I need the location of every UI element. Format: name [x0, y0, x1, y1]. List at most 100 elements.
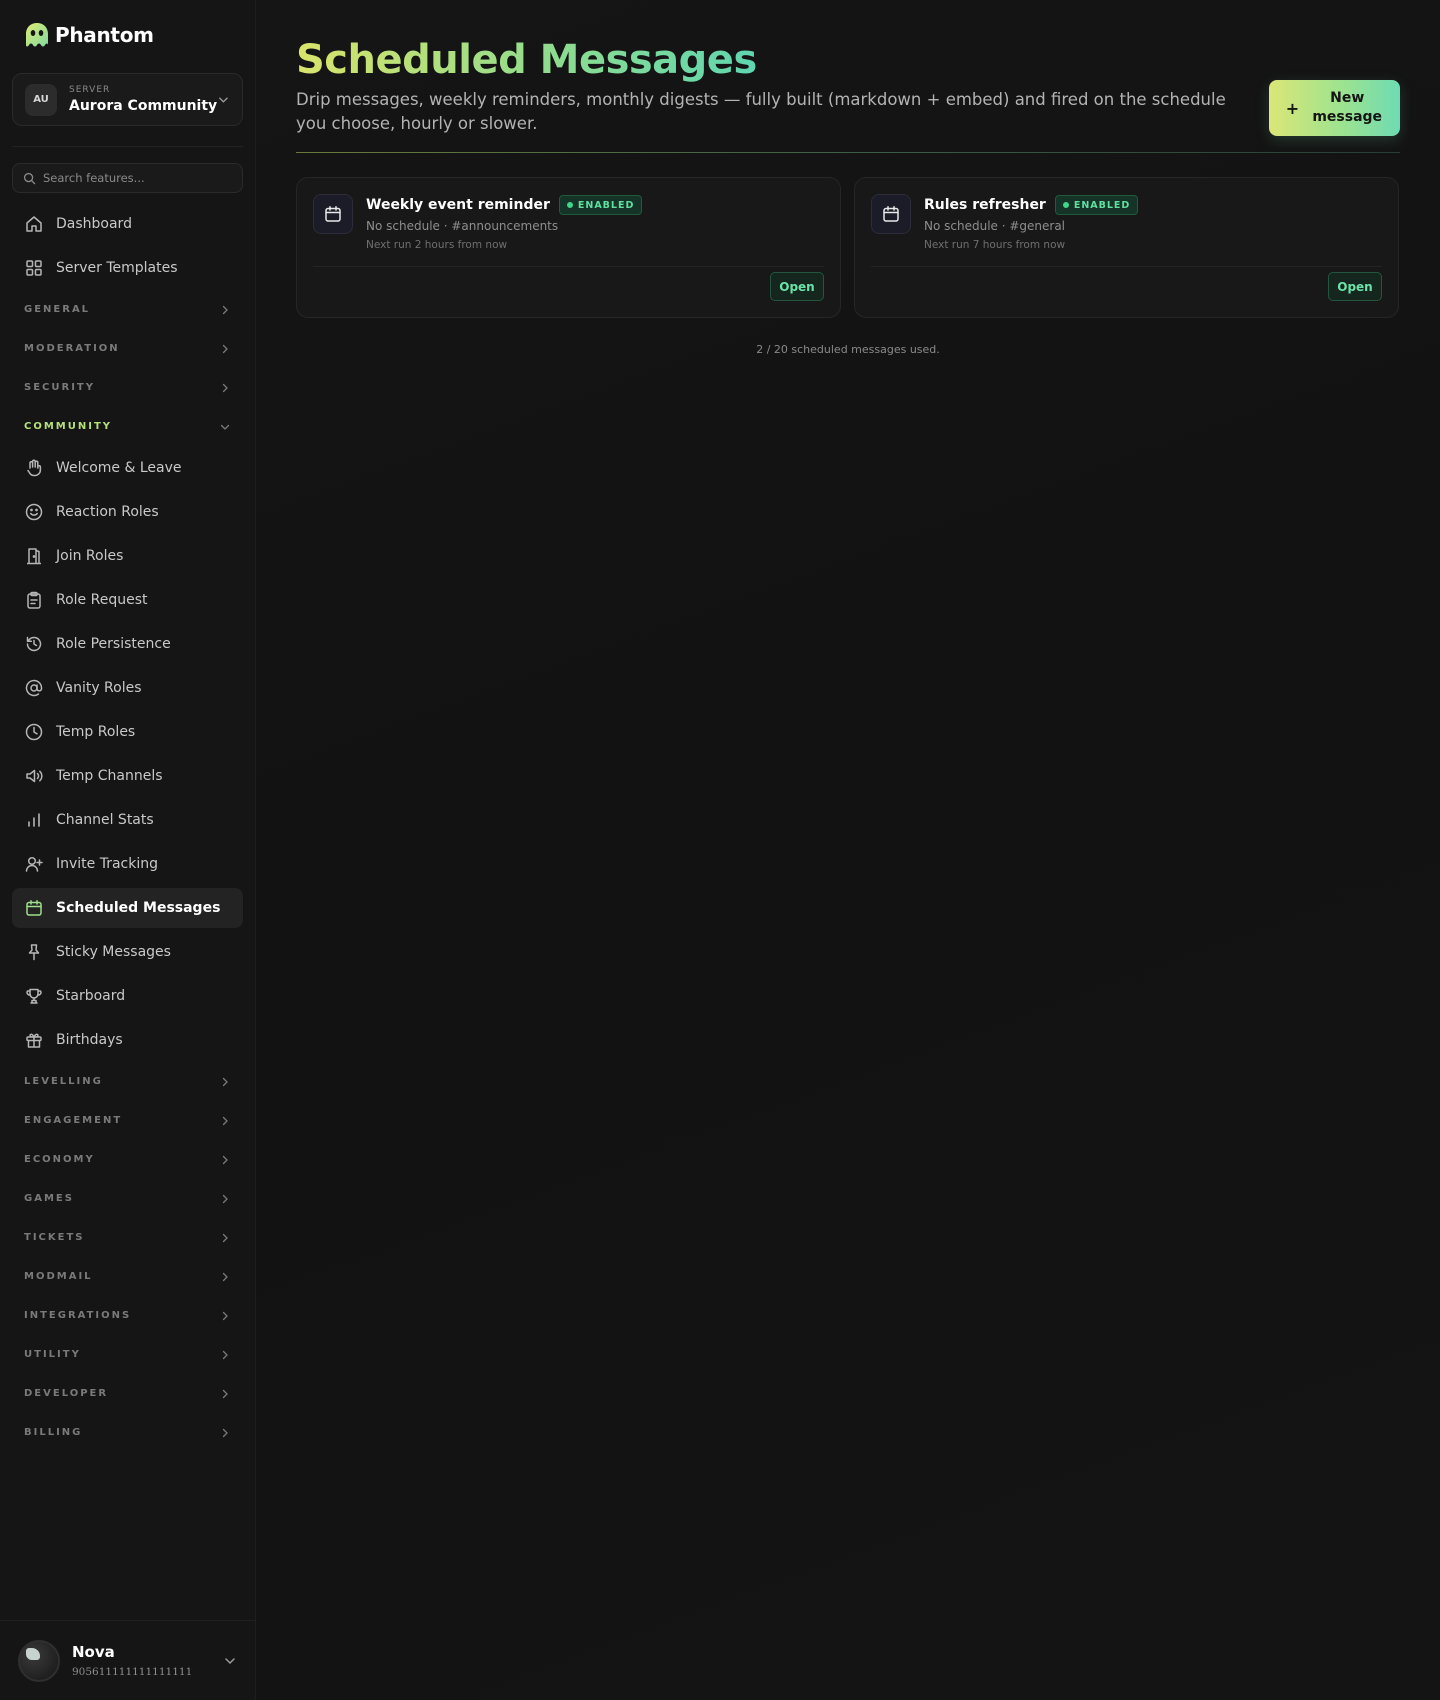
section-security[interactable]: SECURITY	[12, 370, 243, 405]
clock-icon	[25, 723, 43, 741]
sidebar-item-label: Role Request	[56, 592, 148, 608]
section-tickets[interactable]: TICKETS	[12, 1220, 243, 1255]
chevron-right-icon	[222, 344, 228, 353]
section-billing[interactable]: BILLING	[12, 1415, 243, 1450]
sidebar-item-scheduled-messages[interactable]: Scheduled Messages	[12, 888, 243, 928]
gift-icon	[26, 1033, 42, 1048]
server-text: SERVER Aurora Community	[69, 85, 217, 114]
brand-name: Phantom	[55, 23, 154, 47]
scheduled-message-card: Rules refresher ENABLED No schedule · #g…	[854, 177, 1399, 318]
chevron-right-icon	[222, 1077, 228, 1086]
section-integrations[interactable]: INTEGRATIONS	[12, 1298, 243, 1333]
card-header: Weekly event reminder ENABLED	[366, 195, 643, 215]
section-economy[interactable]: ECONOMY	[12, 1142, 243, 1177]
sidebar-item-temp-channels[interactable]: Temp Channels	[12, 756, 243, 796]
sidebar-divider	[12, 146, 243, 147]
section-levelling[interactable]: LEVELLING	[12, 1064, 243, 1099]
grid-icon	[26, 260, 42, 276]
card-title: Rules refresher	[924, 197, 1046, 213]
new-message-label: New message	[1312, 90, 1383, 125]
server-caption: SERVER	[69, 85, 111, 95]
status-badge: ENABLED	[558, 195, 643, 215]
sidebar-item-sticky-messages[interactable]: Sticky Messages	[12, 932, 243, 972]
chevron-right-icon	[222, 1428, 228, 1437]
card-meta: No schedule · #general	[924, 219, 1066, 233]
sidebar-item-role-request[interactable]: Role Request	[12, 580, 243, 620]
section-label: ECONOMY	[24, 1154, 95, 1165]
sidebar-item-invite-tracking[interactable]: Invite Tracking	[12, 844, 243, 884]
brand[interactable]: Phantom	[22, 20, 154, 50]
sidebar-item-channel-stats[interactable]: Channel Stats	[12, 800, 243, 840]
sidebar-item-temp-roles[interactable]: Temp Roles	[12, 712, 243, 752]
card-next-run: Next run 7 hours from now	[924, 239, 1066, 251]
scheduled-message-card: Weekly event reminder ENABLED No schedul…	[296, 177, 841, 318]
hand-icon	[27, 459, 42, 477]
user-menu[interactable]: Nova 905611111111111111	[0, 1620, 255, 1700]
user-text: Nova 905611111111111111	[72, 1643, 223, 1678]
sidebar-item-welcome-leave[interactable]: Welcome & Leave	[12, 448, 243, 488]
search-icon	[23, 172, 36, 184]
section-label: BILLING	[24, 1427, 83, 1438]
sidebar-item-server-templates[interactable]: Server Templates	[12, 248, 243, 288]
section-general[interactable]: GENERAL	[12, 292, 243, 327]
section-modmail[interactable]: MODMAIL	[12, 1259, 243, 1294]
section-games[interactable]: GAMES	[12, 1181, 243, 1216]
calendar-icon	[883, 206, 899, 222]
section-label: GENERAL	[24, 304, 91, 315]
server-switcher[interactable]: AU SERVER Aurora Community	[12, 73, 243, 126]
open-button[interactable]: Open	[1328, 272, 1382, 301]
plus-icon: +	[1285, 98, 1300, 118]
section-moderation[interactable]: MODERATION	[12, 331, 243, 366]
chevron-down-icon	[219, 96, 228, 103]
sidebar-item-label: Starboard	[56, 988, 126, 1004]
calendar-icon	[325, 206, 341, 222]
chevron-right-icon	[222, 1116, 228, 1125]
main-content: Scheduled Messages Drip messages, weekly…	[256, 0, 1440, 1700]
card-divider	[313, 266, 824, 267]
sidebar-item-dashboard[interactable]: Dashboard	[12, 204, 243, 244]
open-button[interactable]: Open	[770, 272, 824, 301]
search-box[interactable]	[12, 163, 243, 193]
bar-chart-icon	[28, 813, 40, 827]
sidebar: Phantom AU SERVER Aurora Community Dashb…	[0, 0, 256, 1700]
section-community[interactable]: COMMUNITY	[12, 409, 243, 444]
home-icon	[26, 216, 42, 232]
sidebar-item-label: Welcome & Leave	[56, 460, 182, 476]
sidebar-item-birthdays[interactable]: Birthdays	[12, 1020, 243, 1060]
server-name: Aurora Community	[69, 98, 218, 114]
at-icon	[25, 679, 43, 697]
clipboard-icon	[27, 591, 41, 609]
section-developer[interactable]: DEVELOPER	[12, 1376, 243, 1411]
card-title: Weekly event reminder	[366, 197, 550, 213]
section-utility[interactable]: UTILITY	[12, 1337, 243, 1372]
sidebar-nav: Dashboard Server Templates GENERAL MODER…	[12, 204, 243, 1454]
sidebar-item-join-roles[interactable]: Join Roles	[12, 536, 243, 576]
user-name: Nova	[72, 1643, 115, 1661]
card-icon-box	[313, 194, 353, 234]
trophy-icon	[26, 988, 42, 1004]
new-message-button[interactable]: + New message	[1269, 80, 1400, 136]
sidebar-item-label: Reaction Roles	[56, 504, 159, 520]
chevron-right-icon	[222, 383, 228, 392]
card-meta: No schedule · #announcements	[366, 219, 559, 233]
sidebar-item-role-persistence[interactable]: Role Persistence	[12, 624, 243, 664]
status-dot	[566, 202, 573, 208]
history-icon	[26, 636, 42, 652]
status-badge: ENABLED	[1054, 195, 1139, 215]
section-label: ENGAGEMENT	[24, 1115, 123, 1126]
card-header: Rules refresher ENABLED	[924, 195, 1139, 215]
sidebar-item-reaction-roles[interactable]: Reaction Roles	[12, 492, 243, 532]
sidebar-item-label: Birthdays	[56, 1032, 123, 1048]
sidebar-item-starboard[interactable]: Starboard	[12, 976, 243, 1016]
sidebar-item-label: Vanity Roles	[56, 680, 142, 696]
chevron-down-icon	[225, 1657, 235, 1664]
chevron-right-icon	[222, 1272, 228, 1281]
chevron-right-icon	[222, 305, 228, 314]
sidebar-item-vanity-roles[interactable]: Vanity Roles	[12, 668, 243, 708]
section-label: UTILITY	[24, 1349, 81, 1360]
section-label: MODMAIL	[24, 1271, 93, 1282]
page-title: Scheduled Messages	[296, 37, 757, 83]
app-root: Phantom AU SERVER Aurora Community Dashb…	[0, 0, 1440, 1700]
section-engagement[interactable]: ENGAGEMENT	[12, 1103, 243, 1138]
search-input[interactable]	[43, 171, 232, 185]
